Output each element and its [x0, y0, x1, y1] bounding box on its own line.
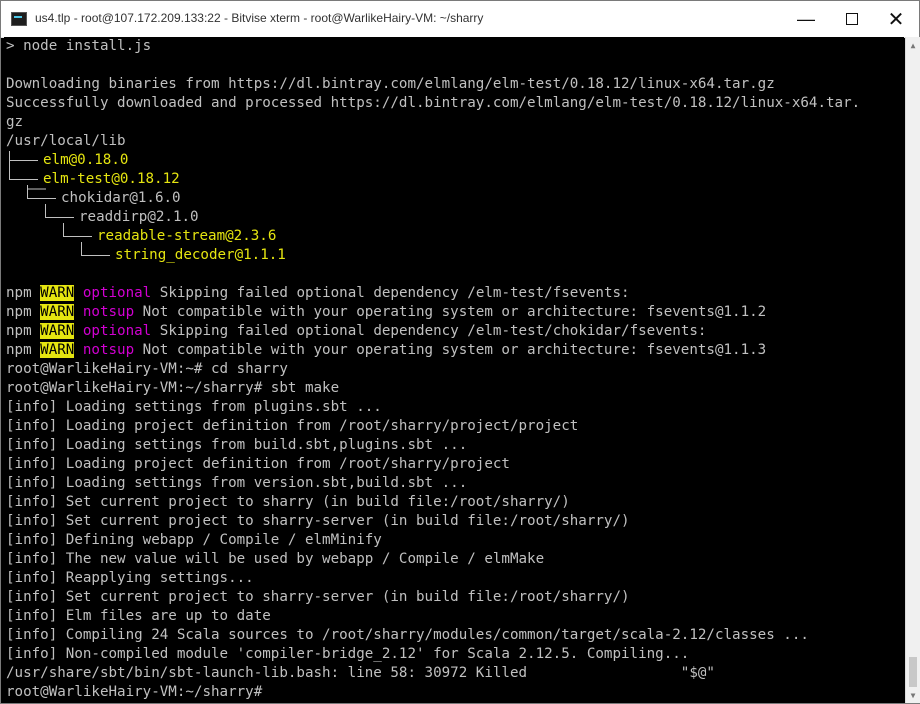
- tree-item: string_decoder@1.1.1: [115, 247, 286, 263]
- info-line: [info] Set current project to sharry-ser…: [6, 513, 630, 529]
- info-line: [info] Loading project definition from /…: [6, 418, 579, 434]
- npm-warn-line: npm WARN notsup Not compatible with your…: [6, 303, 766, 322]
- npm-prefix: npm: [6, 285, 41, 301]
- info-line: [info] Defining webapp / Compile / elmMi…: [6, 532, 382, 548]
- info-line: [info] Set current project to sharry-ser…: [6, 589, 630, 605]
- window-title: us4.tlp - root@107.172.209.133:22 - Bitv…: [35, 11, 484, 25]
- close-button[interactable]: ✕: [873, 1, 919, 37]
- info-line: [info] Loading settings from version.sbt…: [6, 475, 468, 491]
- info-line: [info] Loading project definition from /…: [6, 456, 510, 472]
- terminal-line: gz: [6, 114, 24, 130]
- warn-badge: WARN: [40, 323, 75, 339]
- npm-warn-line: npm WARN optional Skipping failed option…: [6, 284, 630, 303]
- warn-badge: WARN: [40, 342, 75, 358]
- terminal-line: /usr/local/lib: [6, 133, 126, 149]
- terminal-output[interactable]: > node install.js Downloading binaries f…: [4, 37, 904, 701]
- scroll-thumb[interactable]: [909, 657, 917, 687]
- warn-badge: WARN: [40, 285, 75, 301]
- scroll-down-arrow-icon[interactable]: ▼: [906, 687, 920, 703]
- info-line: [info] The new value will be used by web…: [6, 551, 545, 567]
- warn-message: Skipping failed optional dependency /elm…: [151, 285, 630, 301]
- terminal-window: us4.tlp - root@107.172.209.133:22 - Bitv…: [0, 0, 920, 704]
- warn-type: optional: [82, 323, 152, 339]
- tree-item: chokidar@1.6.0: [61, 190, 181, 206]
- prompt-line: root@WarlikeHairy-VM:~/sharry# sbt make: [6, 380, 340, 396]
- minimize-button[interactable]: —: [783, 1, 829, 37]
- warn-message: Skipping failed optional dependency /elm…: [151, 323, 707, 339]
- prompt-line: root@WarlikeHairy-VM:~/sharry#: [6, 684, 271, 700]
- info-line: [info] Elm files are up to date: [6, 608, 271, 624]
- info-line: [info] Non-compiled module 'compiler-bri…: [6, 646, 690, 662]
- info-line: [info] Loading settings from plugins.sbt…: [6, 399, 382, 415]
- info-line: [info] Compiling 24 Scala sources to /ro…: [6, 627, 809, 643]
- npm-warn-line: npm WARN optional Skipping failed option…: [6, 322, 706, 341]
- prompt-line: root@WarlikeHairy-VM:~# cd sharry: [6, 361, 288, 377]
- warn-message: Not compatible with your operating syste…: [134, 342, 767, 358]
- terminal-line: Successfully downloaded and processed ht…: [6, 95, 861, 111]
- error-line: /usr/share/sbt/bin/sbt-launch-lib.bash: …: [6, 665, 715, 681]
- tree-item: readdirp@2.1.0: [79, 209, 199, 225]
- tree-item: elm-test@0.18.12: [43, 171, 180, 187]
- title-bar[interactable]: us4.tlp - root@107.172.209.133:22 - Bitv…: [1, 1, 919, 38]
- terminal-line: Downloading binaries from https://dl.bin…: [6, 76, 775, 92]
- npm-prefix: npm: [6, 323, 41, 339]
- scroll-up-arrow-icon[interactable]: ▲: [906, 37, 920, 53]
- terminal-line: > node install.js: [6, 38, 152, 54]
- info-line: [info] Reapplying settings...: [6, 570, 254, 586]
- info-line: [info] Loading settings from build.sbt,p…: [6, 437, 468, 453]
- warn-type: notsup: [82, 304, 135, 320]
- terminal-app-icon[interactable]: [11, 12, 27, 26]
- tree-item: elm@0.18.0: [43, 152, 129, 168]
- warn-type: notsup: [82, 342, 135, 358]
- warn-type: optional: [82, 285, 152, 301]
- maximize-button[interactable]: [829, 1, 875, 37]
- warn-message: Not compatible with your operating syste…: [134, 304, 767, 320]
- maximize-icon: [846, 13, 858, 25]
- npm-prefix: npm: [6, 304, 41, 320]
- vertical-scrollbar[interactable]: ▲ ▼: [905, 37, 920, 703]
- npm-prefix: npm: [6, 342, 41, 358]
- npm-warn-line: npm WARN notsup Not compatible with your…: [6, 341, 766, 360]
- tree-item: readable-stream@2.3.6: [97, 228, 277, 244]
- warn-badge: WARN: [40, 304, 75, 320]
- info-line: [info] Set current project to sharry (in…: [6, 494, 570, 510]
